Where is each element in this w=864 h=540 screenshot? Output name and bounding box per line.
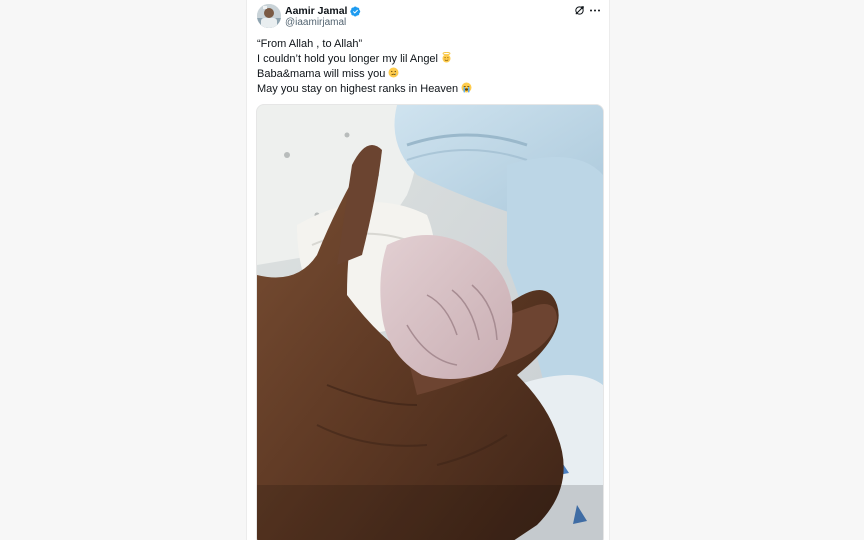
more-options-icon[interactable] [589,5,601,16]
tweet-line-text: May you stay on highest ranks in Heaven [257,83,459,95]
tweet-media-photo[interactable] [256,104,604,540]
loudly-crying-emoji-icon [461,82,472,93]
angel-emoji-icon [441,51,452,63]
tweet-text: “From Allah , to Allah” I couldn’t hold … [257,37,601,97]
tweet-line-2: I couldn’t hold you longer my lil Angel [257,51,601,67]
tweet-line-text: “From Allah , to Allah” [257,38,363,50]
tweet-line-1: “From Allah , to Allah” [257,37,601,52]
tweet-line-3: Baba&mama will miss you [257,67,601,82]
tweet-line-4: May you stay on highest ranks in Heaven [257,82,601,97]
tweet-line-text: Baba&mama will miss you [257,68,386,80]
baby-hand-photo [257,105,603,540]
crying-emoji-icon [388,67,399,78]
avatar-image [257,4,281,28]
author-handle[interactable]: @iaamirjamal [285,17,346,29]
tweet-line-text: I couldn’t hold you longer my lil Angel [257,53,438,65]
verified-badge-icon [350,6,361,16]
author-name-row: Aamir Jamal [285,4,361,18]
author-display-name[interactable]: Aamir Jamal [285,4,347,18]
author-avatar[interactable] [257,4,281,28]
grok-icon[interactable] [574,5,585,16]
tweet-card: Aamir Jamal @iaamirjamal “From Allah , t… [246,0,610,540]
page: Aamir Jamal @iaamirjamal “From Allah , t… [0,0,864,540]
